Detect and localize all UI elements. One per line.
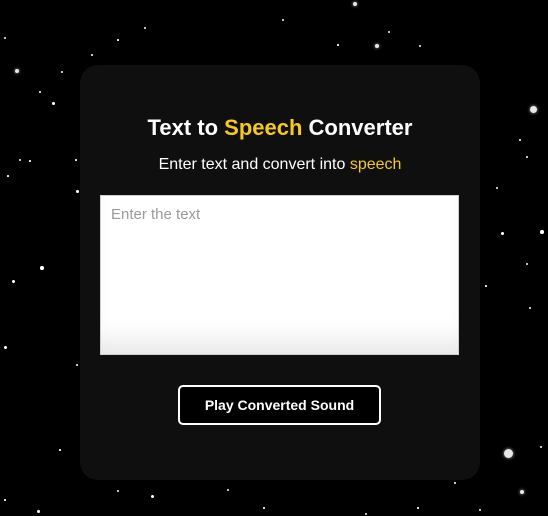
star-dot bbox=[51, 101, 55, 105]
star-dot bbox=[19, 159, 21, 161]
star-dot bbox=[143, 26, 147, 30]
star-dot bbox=[40, 266, 44, 270]
title-suffix: Converter bbox=[302, 115, 413, 140]
title-prefix: Text to bbox=[147, 115, 225, 140]
star-dot bbox=[11, 279, 15, 283]
star-dot bbox=[417, 507, 419, 509]
star-dot bbox=[150, 494, 154, 498]
star-dot bbox=[38, 90, 42, 94]
star-dot bbox=[59, 449, 61, 451]
star-dot bbox=[61, 71, 63, 73]
star-dot bbox=[503, 448, 513, 458]
star-dot bbox=[365, 513, 367, 515]
page-background: Text to Speech Converter Enter text and … bbox=[0, 0, 548, 516]
star-dot bbox=[75, 189, 79, 193]
subtitle-prefix: Enter text and convert into bbox=[158, 156, 350, 173]
star-dot bbox=[540, 230, 544, 234]
star-dot bbox=[526, 263, 528, 265]
star-dot bbox=[453, 481, 457, 485]
star-dot bbox=[7, 175, 9, 177]
star-dot bbox=[526, 156, 528, 158]
star-dot bbox=[479, 509, 481, 511]
star-dot bbox=[495, 186, 499, 190]
star-dot bbox=[519, 139, 521, 141]
star-dot bbox=[4, 499, 6, 501]
star-dot bbox=[76, 364, 78, 366]
star-dot bbox=[282, 19, 284, 21]
star-dot bbox=[353, 2, 357, 6]
star-dot bbox=[337, 44, 339, 46]
subtitle: Enter text and convert into speech bbox=[80, 156, 480, 174]
star-dot bbox=[4, 37, 6, 39]
star-dot bbox=[374, 43, 380, 49]
title-highlight: Speech bbox=[224, 115, 303, 140]
star-dot bbox=[540, 446, 542, 448]
star-dot bbox=[117, 39, 119, 41]
star-dot bbox=[29, 160, 31, 162]
converter-card: Text to Speech Converter Enter text and … bbox=[80, 65, 480, 480]
star-dot bbox=[485, 285, 487, 287]
star-dot bbox=[227, 489, 229, 491]
star-dot bbox=[75, 159, 77, 161]
star-dot bbox=[529, 105, 537, 113]
star-dot bbox=[36, 509, 40, 513]
page-title: Text to Speech Converter bbox=[80, 115, 480, 141]
star-dot bbox=[263, 507, 265, 509]
text-input[interactable] bbox=[100, 195, 459, 355]
star-dot bbox=[500, 231, 504, 235]
star-dot bbox=[529, 307, 531, 309]
star-dot bbox=[3, 345, 7, 349]
star-dot bbox=[519, 489, 525, 495]
star-dot bbox=[15, 69, 19, 73]
star-dot bbox=[117, 490, 119, 492]
play-converted-sound-button[interactable]: Play Converted Sound bbox=[178, 385, 381, 425]
subtitle-highlight: speech bbox=[349, 156, 402, 173]
star-dot bbox=[388, 31, 390, 33]
star-dot bbox=[91, 54, 93, 56]
star-dot bbox=[419, 45, 421, 47]
